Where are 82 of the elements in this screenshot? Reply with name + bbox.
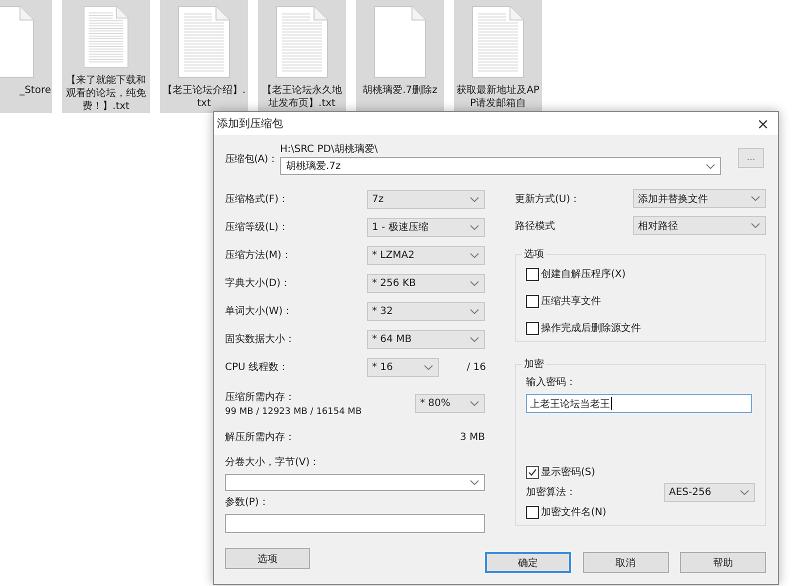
- dropdown[interactable]: 相对路径: [633, 216, 766, 235]
- dropdown[interactable]: 添加并替换文件: [633, 189, 766, 208]
- field-label: 字典大小(D)：: [225, 276, 291, 290]
- field-label: 压缩格式(F)：: [225, 192, 289, 206]
- field-label: 参数(P)：: [225, 496, 270, 509]
- file-name: 【来了就能下载和观看的论坛，纯免费！】.txt: [65, 74, 147, 113]
- dialog-button[interactable]: 取消: [582, 552, 668, 573]
- archive-path: H:\SRC PD\胡桃璃爱\: [280, 143, 379, 156]
- chevron-down-icon: [470, 400, 479, 406]
- browse-button[interactable]: ...: [738, 148, 764, 168]
- chevron-down-icon: [470, 480, 479, 485]
- chevron-down-icon: [751, 223, 760, 228]
- field-label: 压缩包(A)：: [225, 152, 279, 166]
- dropdown[interactable]: * 256 KB: [367, 274, 485, 292]
- thread-count: / 16: [466, 362, 486, 372]
- field-label: 压缩等级(L)：: [225, 220, 288, 234]
- dialog-button[interactable]: 帮助: [680, 552, 766, 573]
- group-title: 选项: [522, 247, 546, 261]
- document-icon: [472, 6, 524, 78]
- field-label: 压缩方法(M)：: [225, 248, 292, 262]
- checkbox-label[interactable]: 操作完成后删除源文件: [541, 321, 641, 335]
- field-label: 更新方式(U)：: [515, 192, 580, 206]
- dropdown[interactable]: * 80%: [415, 394, 485, 412]
- checkbox[interactable]: [526, 268, 539, 280]
- file-name: 【老王论坛永久地址发布页】.txt: [261, 84, 343, 110]
- file-name: 获取最新地址及APP请发邮箱自: [456, 84, 540, 110]
- chevron-down-icon: [470, 336, 479, 342]
- file-tile[interactable]: _Store: [0, 0, 52, 113]
- dropdown[interactable]: * LZMA2: [367, 246, 485, 264]
- checkbox-label[interactable]: 加密文件名(N): [541, 505, 606, 519]
- field-label: 加密算法：: [526, 486, 576, 499]
- checkbox-label[interactable]: 显示密码(S): [541, 465, 596, 479]
- document-icon: [178, 6, 230, 78]
- chevron-down-icon: [706, 164, 715, 168]
- checkbox-label[interactable]: 压缩共享文件: [541, 294, 601, 308]
- input-field[interactable]: [225, 514, 485, 533]
- dialog-button[interactable]: 确定: [485, 552, 571, 573]
- chevron-down-icon: [424, 364, 433, 370]
- chevron-down-icon: [470, 308, 479, 314]
- checkbox[interactable]: [526, 294, 539, 308]
- checkbox[interactable]: [526, 506, 539, 518]
- document-icon: [374, 6, 426, 78]
- field-label: 输入密码：: [526, 376, 577, 389]
- file-tile[interactable]: 【来了就能下载和观看的论坛，纯免费！】.txt: [62, 0, 150, 113]
- archive-name-field[interactable]: 胡桃璃爱.7z: [280, 157, 721, 175]
- file-name: 【老王论坛介绍】.txt: [162, 84, 246, 110]
- memory-value: 3 MB: [460, 432, 485, 442]
- window-title: 添加到压缩包: [217, 116, 283, 131]
- field-label: 单词大小(W)：: [225, 304, 293, 318]
- dropdown[interactable]: * 16: [367, 358, 439, 376]
- close-button[interactable]: ×: [748, 114, 778, 134]
- field-label: 路径模式: [515, 220, 555, 232]
- chevron-down-icon: [470, 224, 479, 230]
- dropdown[interactable]: * 32: [367, 302, 485, 320]
- checkbox-label[interactable]: 创建自解压程序(X): [541, 267, 626, 281]
- checkbox[interactable]: [526, 466, 539, 478]
- field-label: 解压所需内存：: [225, 430, 295, 444]
- file-tile[interactable]: 获取最新地址及APP请发邮箱自: [454, 0, 542, 113]
- dropdown[interactable]: AES-256: [664, 482, 755, 502]
- chevron-down-icon: [751, 196, 760, 201]
- dropdown[interactable]: 1 - 极速压缩: [367, 218, 485, 236]
- memory-usage: 99 MB / 12923 MB / 16154 MB: [225, 406, 362, 416]
- file-tile[interactable]: 【老王论坛介绍】.txt: [160, 0, 248, 113]
- dropdown[interactable]: 7z: [367, 190, 485, 208]
- password-field[interactable]: 上老王论坛当老王: [526, 394, 752, 413]
- chevron-down-icon: [470, 280, 479, 286]
- field-label: CPU 线程数：: [225, 360, 289, 374]
- group-title: 加密: [522, 357, 546, 371]
- chevron-down-icon: [470, 196, 479, 202]
- file-tile[interactable]: 【老王论坛永久地址发布页】.txt: [258, 0, 346, 113]
- options-button[interactable]: 选项: [225, 548, 310, 569]
- document-icon: [276, 6, 328, 78]
- file-name: 胡桃璃爱.7删除z: [362, 84, 438, 97]
- field-label: 固实数据大小：: [225, 332, 295, 346]
- field-label: 分卷大小，字节(V)：: [225, 456, 321, 469]
- chevron-down-icon: [470, 252, 479, 258]
- dropdown[interactable]: * 64 MB: [367, 330, 485, 348]
- file-tile[interactable]: 胡桃璃爱.7删除z: [356, 0, 444, 113]
- checkbox[interactable]: [526, 322, 539, 334]
- chevron-down-icon: [740, 490, 749, 494]
- field-label: 压缩所需内存：: [225, 390, 296, 404]
- file-name: _Store: [18, 84, 51, 97]
